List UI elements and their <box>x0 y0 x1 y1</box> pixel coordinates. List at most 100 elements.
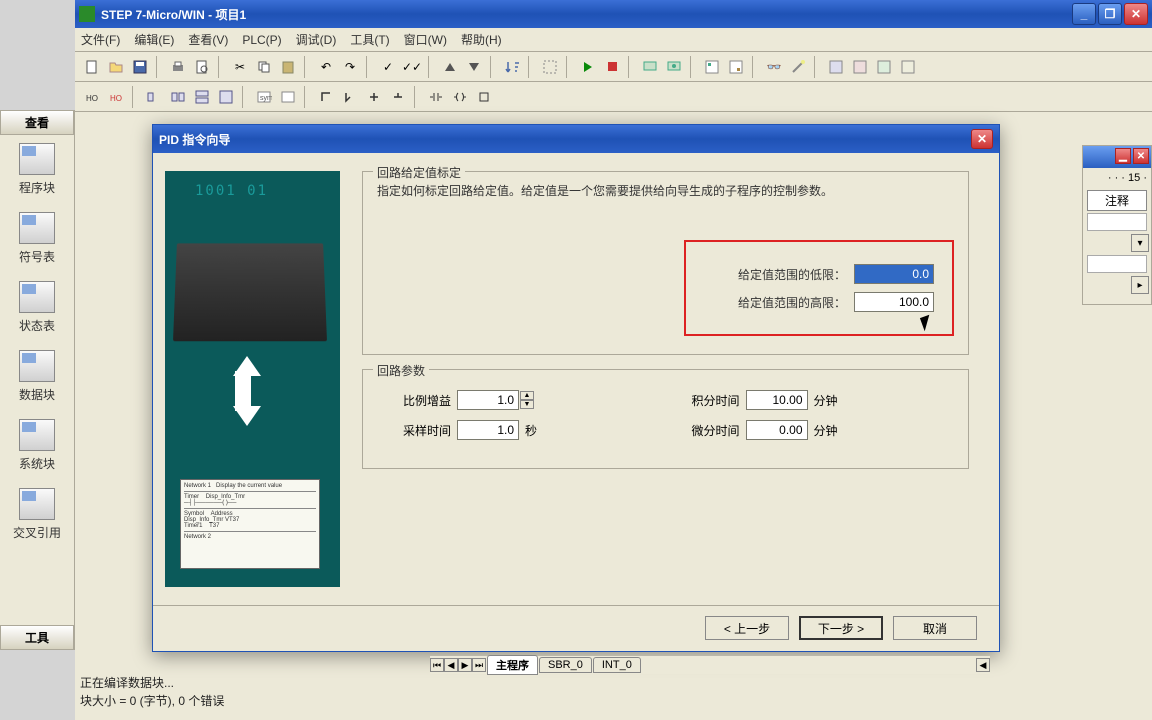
branch1-icon[interactable] <box>315 86 337 108</box>
sidebar-item-system[interactable]: 系统块 <box>0 411 74 480</box>
redo-icon[interactable]: ↷ <box>339 56 361 78</box>
preview-icon[interactable] <box>191 56 213 78</box>
close-button[interactable]: ✕ <box>1124 3 1148 25</box>
right-panel: ▁ ✕ · · · 15 · 注释 ▾ ▸ <box>1082 145 1152 305</box>
sidebar-tools[interactable]: 工具 <box>0 625 74 650</box>
gain-up-icon[interactable]: ▲ <box>520 391 534 400</box>
tog1-icon[interactable]: HO <box>81 86 103 108</box>
tb-c-icon[interactable] <box>873 56 895 78</box>
menu-bar: 文件(F) 编辑(E) 查看(V) PLC(P) 调试(D) 工具(T) 窗口(… <box>75 28 1152 52</box>
high-limit-input[interactable] <box>854 292 934 312</box>
box-icon[interactable] <box>473 86 495 108</box>
contact-icon[interactable] <box>425 86 447 108</box>
sidebar-item-symbol[interactable]: 符号表 <box>0 204 74 273</box>
gain-input[interactable] <box>457 390 519 410</box>
lad1-icon[interactable] <box>143 86 165 108</box>
branch2-icon[interactable] <box>339 86 361 108</box>
upload-icon[interactable] <box>439 56 461 78</box>
gain-label: 比例增益 <box>377 392 457 409</box>
wand-icon[interactable] <box>787 56 809 78</box>
next-button[interactable]: 下一步 > <box>799 616 883 640</box>
status-line-1: 正在编译数据块... <box>80 674 224 692</box>
pid-wizard-dialog: PID 指令向导 ✕ 1001 01 Network 1 Display the… <box>152 124 1000 652</box>
status1-icon[interactable] <box>701 56 723 78</box>
dialog-titlebar: PID 指令向导 ✕ <box>153 125 999 153</box>
tab-int: INT_0 <box>593 657 641 673</box>
svg-text:HO: HO <box>86 94 98 103</box>
monitor1-icon[interactable] <box>639 56 661 78</box>
menu-tools[interactable]: 工具(T) <box>350 31 389 48</box>
panel-close-icon[interactable]: ✕ <box>1133 148 1149 164</box>
copy-icon[interactable] <box>253 56 275 78</box>
lad3-icon[interactable] <box>191 86 213 108</box>
print-icon[interactable] <box>167 56 189 78</box>
branch4-icon[interactable] <box>387 86 409 108</box>
deriv-input[interactable] <box>746 420 808 440</box>
cancel-button[interactable]: 取消 <box>893 616 977 640</box>
panel-cell-1[interactable] <box>1087 213 1147 231</box>
run-icon[interactable] <box>577 56 599 78</box>
cut-icon[interactable]: ✂ <box>229 56 251 78</box>
sidebar-item-program[interactable]: 程序块 <box>0 135 74 204</box>
gain-down-icon[interactable]: ▼ <box>520 400 534 409</box>
undo-icon[interactable]: ↶ <box>315 56 337 78</box>
tab-main: 主程序 <box>487 655 538 675</box>
sort-icon[interactable] <box>501 56 523 78</box>
sym-icon[interactable]: sym <box>253 86 275 108</box>
menu-help[interactable]: 帮助(H) <box>461 31 502 48</box>
sym2-icon[interactable] <box>277 86 299 108</box>
panel-cell-2[interactable] <box>1087 255 1147 273</box>
setpoint-highlight: 给定值范围的低限： 给定值范围的高限： <box>684 240 954 336</box>
panel-down-icon[interactable]: ▾ <box>1131 234 1149 252</box>
new-icon[interactable] <box>81 56 103 78</box>
sample-input[interactable] <box>457 420 519 440</box>
branch3-icon[interactable] <box>363 86 385 108</box>
tab-next-icon[interactable]: ▶ <box>458 658 472 672</box>
compile-icon[interactable]: ✓ <box>377 56 399 78</box>
open-icon[interactable] <box>105 56 127 78</box>
select-icon[interactable] <box>539 56 561 78</box>
tab-first-icon[interactable]: ⏮ <box>430 658 444 672</box>
menu-debug[interactable]: 调试(D) <box>296 31 337 48</box>
coil-icon[interactable] <box>449 86 471 108</box>
sidebar: 查看 程序块 符号表 状态表 数据块 系统块 交叉引用 工具 <box>0 110 75 650</box>
tb-b-icon[interactable] <box>849 56 871 78</box>
dialog-close-button[interactable]: ✕ <box>971 129 993 149</box>
sidebar-item-data[interactable]: 数据块 <box>0 342 74 411</box>
monitor2-icon[interactable] <box>663 56 685 78</box>
sample-label: 采样时间 <box>377 422 457 439</box>
menu-file[interactable]: 文件(F) <box>81 31 120 48</box>
menu-view[interactable]: 查看(V) <box>188 31 228 48</box>
menu-plc[interactable]: PLC(P) <box>242 33 281 47</box>
lad2-icon[interactable] <box>167 86 189 108</box>
stop-icon[interactable] <box>601 56 623 78</box>
tb-d-icon[interactable] <box>897 56 919 78</box>
sidebar-item-status[interactable]: 状态表 <box>0 273 74 342</box>
compile-all-icon[interactable]: ✓✓ <box>401 56 423 78</box>
scroll-left-icon[interactable]: ◀ <box>976 658 990 672</box>
high-limit-label: 给定值范围的高限： <box>704 294 854 311</box>
prev-button[interactable]: < 上一步 <box>705 616 789 640</box>
download-icon[interactable] <box>463 56 485 78</box>
maximize-button[interactable]: ❐ <box>1098 3 1122 25</box>
lad4-icon[interactable] <box>215 86 237 108</box>
minimize-button[interactable]: _ <box>1072 3 1096 25</box>
tab-prev-icon[interactable]: ◀ <box>444 658 458 672</box>
menu-window[interactable]: 窗口(W) <box>404 31 447 48</box>
sidebar-item-xref[interactable]: 交叉引用 <box>0 480 74 549</box>
low-limit-input[interactable] <box>854 264 934 284</box>
panel-min-icon[interactable]: ▁ <box>1115 148 1131 164</box>
sidebar-header: 查看 <box>0 110 74 135</box>
integral-input[interactable] <box>746 390 808 410</box>
integral-unit: 分钟 <box>814 392 838 409</box>
paste-icon[interactable] <box>277 56 299 78</box>
tog2-icon[interactable]: HO <box>105 86 127 108</box>
menu-edit[interactable]: 编辑(E) <box>134 31 174 48</box>
status2-icon[interactable] <box>725 56 747 78</box>
tb-a-icon[interactable] <box>825 56 847 78</box>
note-label: 注释 <box>1087 190 1147 211</box>
save-icon[interactable] <box>129 56 151 78</box>
panel-right-icon[interactable]: ▸ <box>1131 276 1149 294</box>
tab-last-icon[interactable]: ⏭ <box>472 658 486 672</box>
binoculars-icon[interactable]: 👓 <box>763 56 785 78</box>
